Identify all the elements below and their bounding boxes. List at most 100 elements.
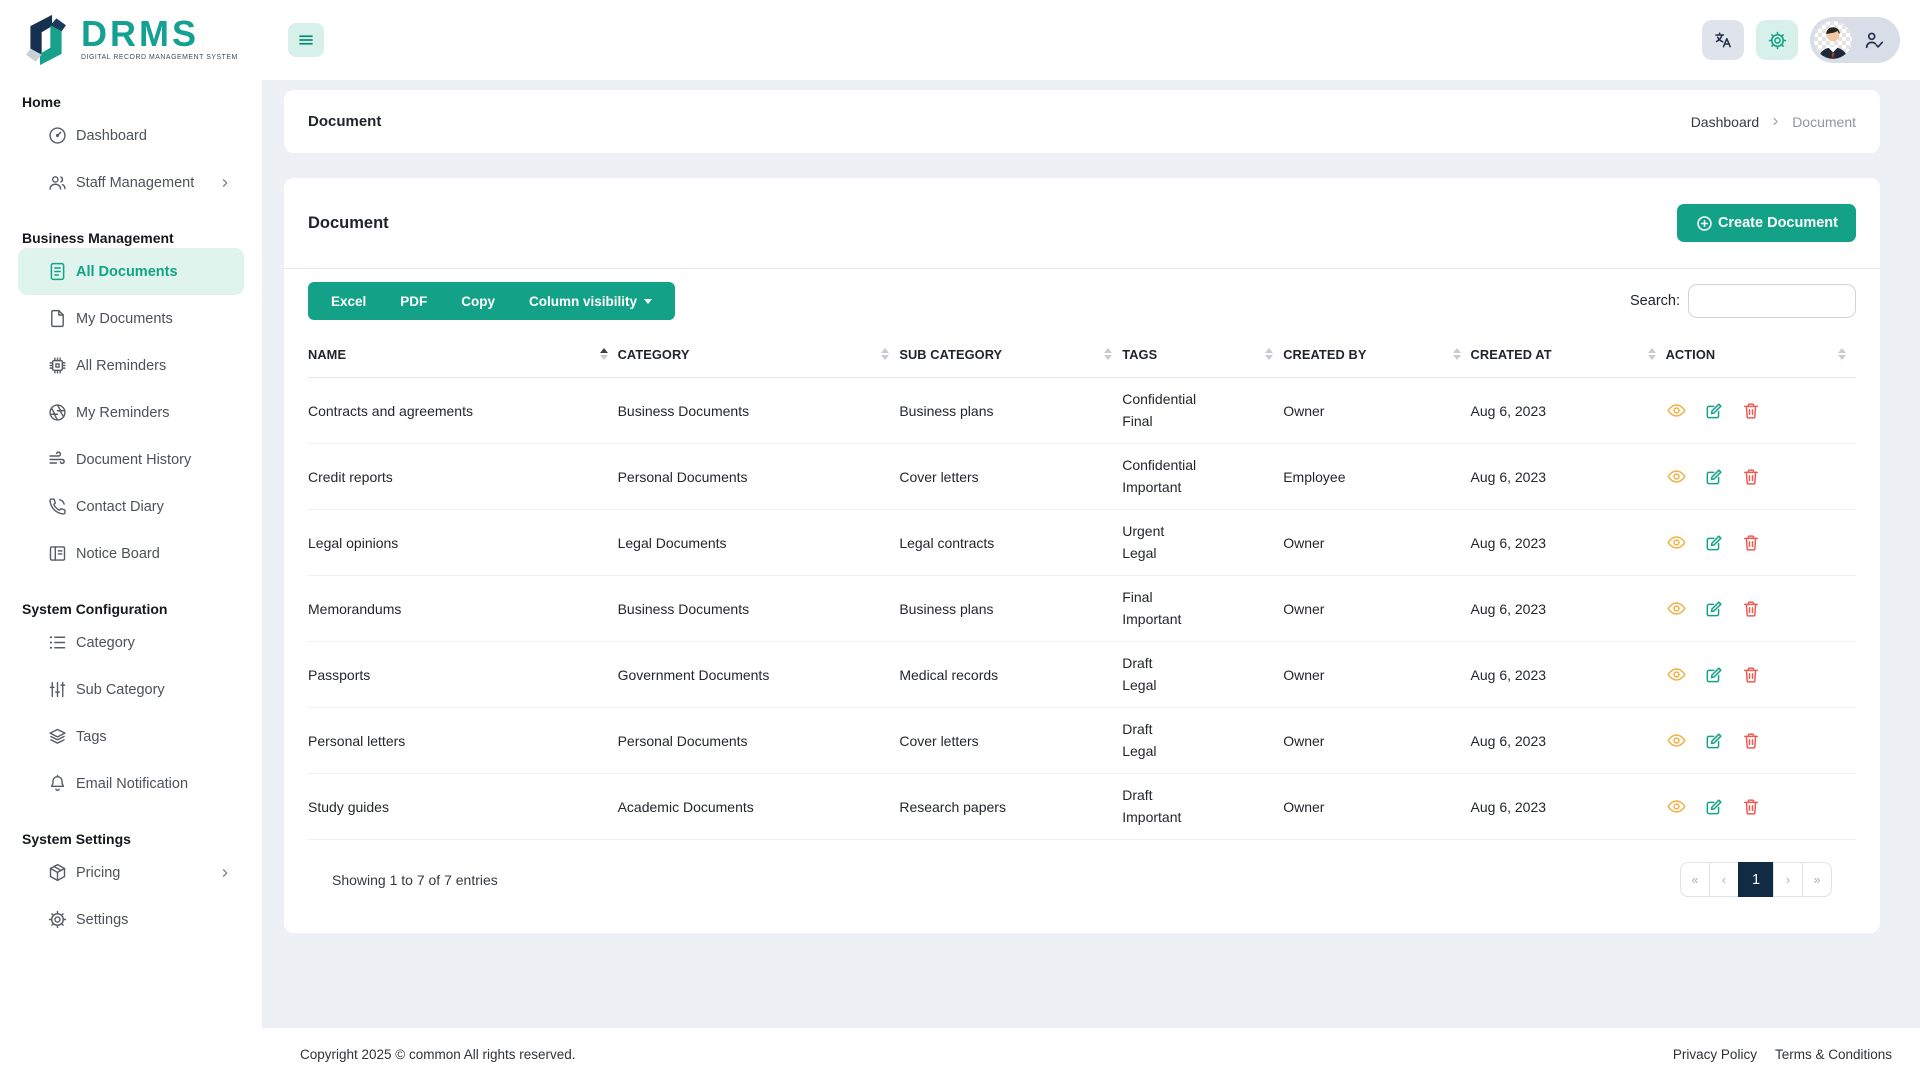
eye-icon [1666, 466, 1687, 487]
column-header-tags[interactable]: TAGS [1122, 330, 1283, 378]
column-visibility-button[interactable]: Column visibility [512, 282, 669, 320]
privacy-policy-link[interactable]: Privacy Policy [1673, 1047, 1757, 1062]
pagination-next-button[interactable]: › [1773, 862, 1803, 897]
sort-icon [1104, 348, 1112, 360]
trash-icon [1741, 731, 1761, 751]
cell-created-by: Owner [1283, 708, 1470, 774]
panel-header: Document Create Document [284, 178, 1880, 269]
sidebar-item-category[interactable]: Category [18, 619, 244, 666]
gauge-icon [46, 125, 68, 147]
copy-button[interactable]: Copy [444, 282, 512, 320]
column-header-action[interactable]: ACTION [1666, 330, 1856, 378]
edit-button[interactable] [1704, 533, 1724, 553]
column-header-name[interactable]: NAME [308, 330, 618, 378]
delete-button[interactable] [1741, 467, 1761, 487]
sidebar-toggle-button[interactable] [288, 23, 324, 57]
sidebar-item-sub-category[interactable]: Sub Category [18, 666, 244, 713]
search-input[interactable] [1688, 284, 1856, 318]
delete-button[interactable] [1741, 533, 1761, 553]
tag-line: Confidential [1122, 455, 1271, 477]
list-icon [46, 632, 68, 654]
edit-button[interactable] [1704, 467, 1724, 487]
sidebar-item-my-documents[interactable]: My Documents [18, 295, 244, 342]
showing-entries: Showing 1 to 7 of 7 entries [332, 872, 498, 888]
cell-created-by: Owner [1283, 576, 1470, 642]
edit-button[interactable] [1704, 797, 1724, 817]
document-panel: Document Create Document Excel PDF Copy [284, 178, 1880, 933]
table-row: Credit reports Personal Documents Cover … [308, 444, 1856, 510]
trash-icon [1741, 533, 1761, 553]
sidebar-item-notice-board[interactable]: Notice Board [18, 530, 244, 577]
logo[interactable]: DRMS DIGITAL RECORD MANAGEMENT SYSTEM [0, 0, 262, 80]
tag-line: Legal [1122, 675, 1271, 697]
avatar [1814, 21, 1852, 59]
edit-button[interactable] [1704, 731, 1724, 751]
language-button[interactable] [1702, 20, 1744, 60]
delete-button[interactable] [1741, 731, 1761, 751]
edit-button[interactable] [1704, 665, 1724, 685]
eye-icon [1666, 400, 1687, 421]
cell-actions [1666, 510, 1856, 576]
column-header-category[interactable]: CATEGORY [618, 330, 900, 378]
delete-button[interactable] [1741, 599, 1761, 619]
view-button[interactable] [1666, 598, 1687, 619]
export-button-group: Excel PDF Copy Column visibility [308, 282, 675, 320]
breadcrumb-dashboard-link[interactable]: Dashboard [1691, 114, 1760, 130]
cell-created-at: Aug 6, 2023 [1471, 444, 1666, 510]
sidebar-item-my-reminders[interactable]: My Reminders [18, 389, 244, 436]
edit-icon [1704, 665, 1724, 685]
sidebar-item-contact-diary[interactable]: Contact Diary [18, 483, 244, 530]
gear-icon [1767, 30, 1788, 51]
sidebar: DRMS DIGITAL RECORD MANAGEMENT SYSTEM Ho… [0, 0, 262, 1080]
excel-button[interactable]: Excel [314, 282, 383, 320]
search-label: Search: [1630, 293, 1680, 309]
sidebar-item-staff-management[interactable]: Staff Management [18, 159, 244, 206]
tag-line: Final [1122, 411, 1271, 433]
chevron-right-icon [218, 176, 232, 190]
table-row: Legal opinions Legal Documents Legal con… [308, 510, 1856, 576]
settings-button[interactable] [1756, 20, 1798, 60]
cell-tags: FinalImportant [1122, 576, 1283, 642]
column-header-sub-category[interactable]: SUB CATEGORY [899, 330, 1122, 378]
edit-button[interactable] [1704, 401, 1724, 421]
breadcrumb: Dashboard Document [1691, 114, 1856, 130]
cell-actions [1666, 642, 1856, 708]
delete-button[interactable] [1741, 665, 1761, 685]
sidebar-item-pricing[interactable]: Pricing [18, 849, 244, 896]
column-header-created-by[interactable]: CREATED BY [1283, 330, 1470, 378]
sidebar-item-dashboard[interactable]: Dashboard [18, 112, 244, 159]
create-document-button[interactable]: Create Document [1677, 204, 1856, 242]
terms-conditions-link[interactable]: Terms & Conditions [1775, 1047, 1892, 1062]
pdf-button[interactable]: PDF [383, 282, 444, 320]
delete-button[interactable] [1741, 797, 1761, 817]
sidebar-item-tags[interactable]: Tags [18, 713, 244, 760]
pagination-first-button[interactable]: « [1680, 862, 1710, 897]
cell-name: Passports [308, 642, 618, 708]
view-button[interactable] [1666, 466, 1687, 487]
user-check-icon [1863, 29, 1885, 51]
logo-subtitle: DIGITAL RECORD MANAGEMENT SYSTEM [81, 54, 238, 61]
view-button[interactable] [1666, 796, 1687, 817]
sidebar-item-email-notification[interactable]: Email Notification [18, 760, 244, 807]
cell-actions [1666, 774, 1856, 840]
cell-name: Personal letters [308, 708, 618, 774]
view-button[interactable] [1666, 532, 1687, 553]
view-button[interactable] [1666, 400, 1687, 421]
table-toolbar: Excel PDF Copy Column visibility Search: [284, 269, 1880, 330]
profile-menu-button[interactable] [1810, 17, 1900, 63]
pagination-prev-button[interactable]: ‹ [1709, 862, 1739, 897]
column-header-created-at[interactable]: CREATED AT [1471, 330, 1666, 378]
sidebar-item-all-reminders[interactable]: All Reminders [18, 342, 244, 389]
delete-button[interactable] [1741, 401, 1761, 421]
edit-button[interactable] [1704, 599, 1724, 619]
pagination-last-button[interactable]: » [1802, 862, 1832, 897]
view-button[interactable] [1666, 664, 1687, 685]
cell-name: Legal opinions [308, 510, 618, 576]
view-button[interactable] [1666, 730, 1687, 751]
caret-down-icon [644, 299, 652, 304]
sidebar-item-document-history[interactable]: Document History [18, 436, 244, 483]
pagination-page-1-button[interactable]: 1 [1738, 862, 1774, 897]
cell-actions [1666, 708, 1856, 774]
sidebar-item-settings[interactable]: Settings [18, 896, 244, 943]
sidebar-item-all-documents[interactable]: All Documents [18, 248, 244, 295]
